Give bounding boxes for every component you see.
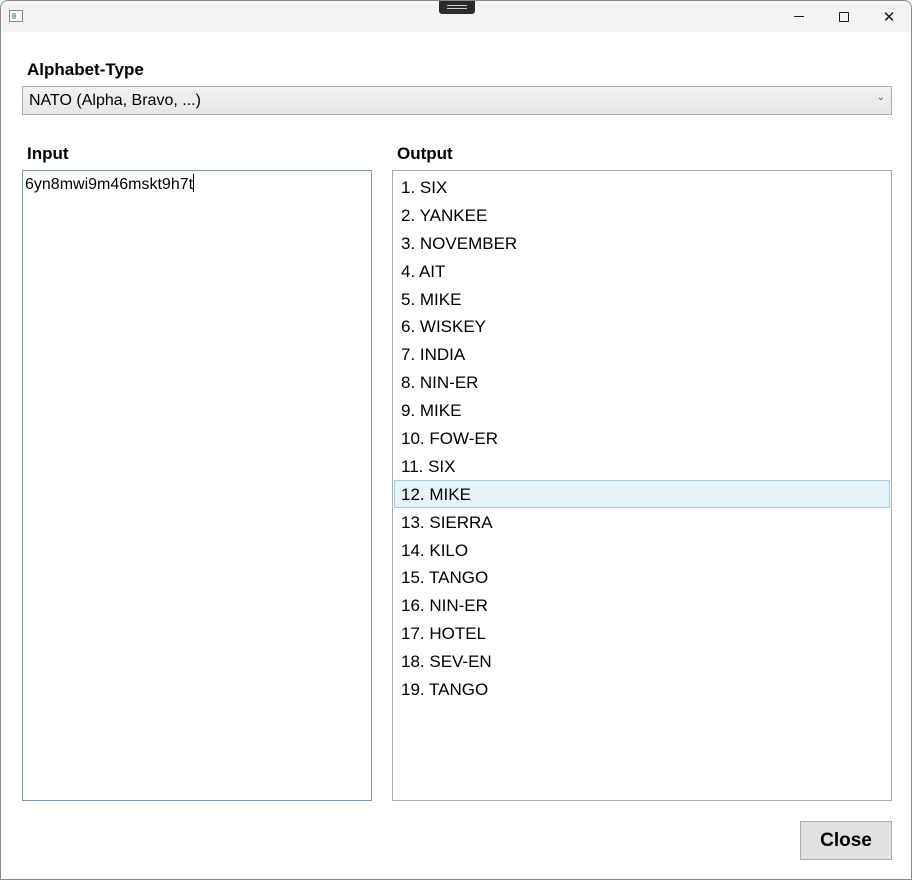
close-button[interactable]: Close (800, 821, 892, 860)
list-item[interactable]: 1. SIX (394, 173, 890, 201)
window-close-button[interactable]: ✕ (866, 1, 911, 32)
input-label: Input (27, 144, 69, 163)
list-item[interactable]: 6. WISKEY (394, 312, 890, 340)
list-item[interactable]: 13. SIERRA (394, 508, 890, 536)
list-item[interactable]: 17. HOTEL (394, 619, 890, 647)
text-caret (193, 174, 195, 192)
app-window-icon[interactable] (9, 10, 23, 22)
input-text: 6yn8mwi9m46mskt9h7t (25, 176, 194, 193)
list-item[interactable]: 16. NIN-ER (394, 591, 890, 619)
output-listbox[interactable]: 1. SIX 2. YANKEE 3. NOVEMBER 4. AIT 5. M… (392, 170, 892, 801)
alphabet-type-selected: NATO (Alpha, Bravo, ...) (29, 91, 201, 109)
input-textarea[interactable]: 6yn8mwi9m46mskt9h7t (22, 170, 372, 801)
alphabet-type-dropdown[interactable]: NATO (Alpha, Bravo, ...) ⌄ (22, 86, 892, 115)
list-item[interactable]: 3. NOVEMBER (394, 229, 890, 257)
list-item[interactable]: 9. MIKE (394, 396, 890, 424)
list-item[interactable]: 5. MIKE (394, 285, 890, 313)
list-item[interactable]: 4. AIT (394, 257, 890, 285)
list-item[interactable]: 18. SEV-EN (394, 647, 890, 675)
list-item[interactable]: 14. KILO (394, 536, 890, 564)
list-item-selected[interactable]: 12. MIKE (394, 479, 890, 508)
maximize-icon (839, 11, 849, 22)
minimize-button[interactable] (776, 1, 822, 32)
maximize-button[interactable] (821, 1, 867, 32)
minimize-icon (794, 16, 804, 17)
list-item[interactable]: 8. NIN-ER (394, 368, 890, 396)
output-label: Output (397, 144, 453, 163)
alphabet-type-label: Alphabet-Type (27, 60, 144, 79)
app-window: ✕ Alphabet-Type NATO (Alpha, Bravo, ...)… (0, 0, 912, 880)
list-item[interactable]: 11. SIX (394, 452, 890, 480)
list-item[interactable]: 10. FOW-ER (394, 424, 890, 452)
close-icon: ✕ (882, 8, 896, 26)
drag-handle[interactable] (439, 1, 475, 14)
title-bar[interactable]: ✕ (1, 1, 911, 32)
list-item[interactable]: 7. INDIA (394, 340, 890, 368)
list-item[interactable]: 15. TANGO (394, 563, 890, 591)
list-item[interactable]: 2. YANKEE (394, 201, 890, 229)
chevron-down-icon: ⌄ (876, 92, 885, 103)
list-item[interactable]: 19. TANGO (394, 675, 890, 703)
